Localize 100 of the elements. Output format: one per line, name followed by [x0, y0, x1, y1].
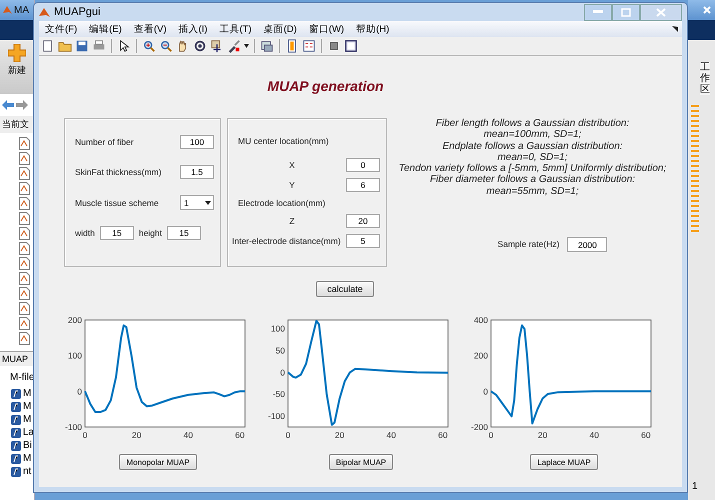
file-icon[interactable] — [19, 152, 30, 165]
square-icon[interactable] — [327, 39, 341, 53]
new-file-icon[interactable] — [41, 39, 55, 53]
close-icon[interactable] — [703, 6, 711, 14]
back-arrow-icon[interactable] — [2, 100, 14, 110]
function-icon — [11, 440, 21, 450]
distance-field[interactable]: 5 — [346, 234, 380, 248]
tick-label: 40 — [184, 430, 193, 440]
file-icon[interactable] — [19, 242, 30, 255]
function-icon — [11, 402, 21, 412]
legend-icon[interactable] — [302, 39, 316, 53]
panel-tab[interactable]: MUAP — [0, 351, 34, 366]
file-name[interactable]: nt — [23, 466, 32, 477]
window-title: MA — [14, 4, 29, 16]
file-name[interactable]: M — [23, 414, 32, 425]
file-icon[interactable] — [19, 167, 30, 180]
tick-label: 20 — [538, 430, 548, 440]
ribbon-tab-bar — [0, 20, 34, 40]
matlab-logo-icon — [39, 6, 50, 18]
close-button[interactable] — [640, 4, 682, 20]
file-icon[interactable] — [19, 257, 30, 270]
file-icon[interactable] — [19, 287, 30, 300]
file-name[interactable]: M — [23, 453, 32, 464]
caret-icon[interactable] — [244, 44, 249, 48]
menu-item[interactable]: 工具(T) — [213, 22, 258, 36]
fiber-count-field[interactable]: 100 — [180, 135, 214, 149]
file-icon[interactable] — [19, 317, 30, 330]
z-field[interactable]: 20 — [346, 214, 380, 228]
height-field[interactable]: 15 — [167, 226, 202, 240]
y-field[interactable]: 6 — [346, 178, 380, 192]
tick-label: 60 — [641, 430, 651, 440]
x-field[interactable]: 0 — [346, 158, 380, 172]
file-icon[interactable] — [19, 212, 30, 225]
file-icon[interactable] — [19, 272, 30, 285]
frame-icon[interactable] — [344, 39, 358, 53]
file-icon[interactable] — [19, 332, 30, 345]
colorbar-icon[interactable] — [285, 39, 299, 53]
file-icon[interactable] — [19, 182, 30, 195]
function-icon — [11, 466, 21, 476]
window-icon[interactable] — [260, 39, 274, 53]
file-name[interactable]: M — [23, 401, 32, 412]
menu-item[interactable]: 查看(V) — [128, 22, 172, 36]
dock-arrow-icon[interactable] — [672, 26, 678, 32]
menu-item[interactable]: 文件(F) — [39, 22, 84, 36]
field-label: width — [75, 228, 95, 238]
tick-label: 40 — [386, 430, 396, 440]
section-heading: MU center location(mm) — [238, 136, 330, 146]
tick-label: 20 — [132, 430, 142, 440]
file-icon[interactable] — [19, 197, 30, 210]
file-icon[interactable] — [19, 137, 30, 150]
panel-tab[interactable]: 工作区 — [700, 62, 710, 95]
menu-item[interactable]: 插入(I) — [172, 22, 214, 36]
tick-label: 100 — [68, 350, 82, 361]
tick-label: 0 — [77, 386, 82, 396]
description-line: mean=55mm, SD=1; — [486, 186, 579, 198]
field-label: Sample rate(Hz) — [498, 238, 560, 250]
minimize-icon — [593, 10, 603, 14]
menu-item[interactable]: 窗口(W) — [302, 22, 350, 36]
plot-button[interactable]: Monopolar MUAP — [119, 454, 197, 470]
menu-item[interactable]: 帮助(H) — [350, 22, 396, 36]
file-name[interactable]: Bi — [23, 440, 32, 451]
file-name[interactable]: La — [22, 427, 34, 438]
plot-button[interactable]: Bipolar MUAP — [328, 454, 394, 470]
folder-icon[interactable] — [58, 39, 72, 53]
file-icon[interactable] — [19, 227, 30, 240]
field-label: height — [138, 228, 162, 238]
plus-icon — [8, 44, 26, 62]
menu-item[interactable]: 编辑(E) — [83, 22, 128, 36]
zoom-out-icon[interactable] — [159, 39, 173, 53]
sample-rate-field[interactable]: 2000 — [567, 237, 608, 252]
forward-arrow-icon[interactable] — [16, 100, 28, 110]
description-line: mean=0, SD=1; — [497, 152, 568, 164]
pointer-icon[interactable] — [117, 39, 131, 53]
skinfat-field[interactable]: 1.5 — [180, 165, 214, 179]
function-icon — [11, 388, 21, 398]
window-title: MUAPgui — [54, 6, 100, 18]
function-icon — [11, 414, 21, 424]
plot-button[interactable]: Laplace MUAP — [530, 454, 598, 470]
file-name[interactable]: M — [23, 388, 32, 399]
function-icon — [11, 454, 21, 464]
scheme-dropdown[interactable]: 1 — [180, 195, 214, 210]
description-line: mean=100mm, SD=1; — [484, 129, 582, 141]
description-line: Tendon variety follows a [-5mm, 5mm] Uniformly distribution; — [398, 163, 666, 174]
tick-label: -200 — [470, 422, 488, 432]
brush-icon[interactable] — [227, 39, 241, 53]
width-field[interactable]: 15 — [100, 226, 134, 240]
minimize-button[interactable] — [584, 4, 612, 20]
menu-item[interactable]: 桌面(D) — [258, 22, 303, 36]
maximize-button[interactable] — [612, 4, 640, 20]
calculate-button[interactable]: calculate — [316, 281, 374, 297]
tick-label: -50 — [272, 389, 285, 400]
save-icon[interactable] — [75, 39, 89, 53]
zoom-in-icon[interactable] — [142, 39, 156, 53]
new-button[interactable]: 新建 — [8, 64, 26, 77]
tick-label: 0 — [488, 430, 494, 440]
tick-label: 60 — [235, 430, 245, 440]
file-icon[interactable] — [19, 302, 30, 315]
tick-label: 0 — [280, 367, 285, 378]
tick-label: 400 — [474, 315, 488, 325]
page-heading: MUAP generation — [267, 78, 384, 94]
